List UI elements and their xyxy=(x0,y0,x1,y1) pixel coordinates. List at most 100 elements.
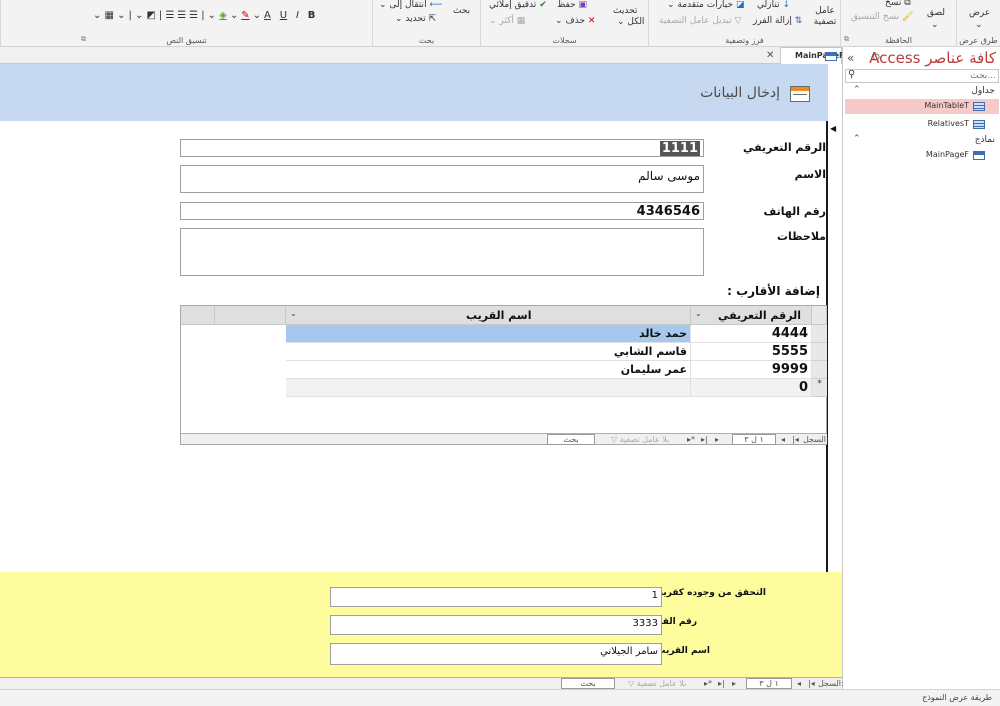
refresh-all-label[interactable]: ⌄ الكل xyxy=(617,17,644,27)
main-filter-status[interactable]: ▽ بلا عامل تصفية xyxy=(628,678,686,689)
relative-id-cell[interactable]: 0 xyxy=(691,379,812,397)
align-left-icon[interactable]: | ☰ xyxy=(159,10,175,21)
more-label: أكثر xyxy=(499,16,514,26)
bold-button[interactable]: B xyxy=(308,10,316,21)
name-label: الاسم xyxy=(794,168,826,181)
font-color-icon[interactable]: A xyxy=(264,10,271,21)
new-record-icon[interactable]: ▸* xyxy=(687,434,695,445)
underline-button[interactable]: U xyxy=(280,10,287,21)
prev-record-icon[interactable]: ◂ xyxy=(797,678,801,689)
table-row[interactable]: حمد خالد 4444 xyxy=(181,325,827,343)
close-icon[interactable]: ✕ xyxy=(766,50,774,61)
row-selector[interactable] xyxy=(812,325,827,343)
first-record-icon[interactable]: |◂ xyxy=(808,678,815,689)
relative-name-cell[interactable]: قاسم الشابي xyxy=(286,343,691,361)
dialog-launcher-icon[interactable]: ⧉ xyxy=(81,35,86,44)
search-icon[interactable]: ⚲ xyxy=(848,69,855,80)
subform-record-position[interactable]: ١ ل ٣ xyxy=(732,434,776,445)
gridlines-icon[interactable]: ⌄ ▦ ⌄ xyxy=(93,10,126,21)
notes-field[interactable] xyxy=(180,228,704,276)
nav-search-box[interactable]: ⚲ xyxy=(845,69,999,83)
relative-name-cell[interactable]: عمر سليمان xyxy=(286,361,691,379)
tab-mainpagef[interactable]: MainPageF xyxy=(780,47,844,64)
nav-pane-title[interactable]: كافة عناصر Access xyxy=(869,49,996,67)
relative-id-field[interactable]: 3333 xyxy=(330,615,662,635)
goto-button[interactable]: ⌄ انتقال إلى ⟵ xyxy=(379,0,442,10)
nav-item-label: MainPageF xyxy=(925,150,969,159)
chevron-up-icon[interactable]: ⌃ xyxy=(853,134,861,144)
select-button[interactable]: ⌄ تحديد ⇱ xyxy=(395,14,436,24)
remove-sort-button[interactable]: إزالة الفرز ⇅ xyxy=(753,16,802,26)
nav-item-mainpagef[interactable]: MainPageF xyxy=(845,148,999,163)
first-record-icon[interactable]: |◂ xyxy=(792,434,799,445)
new-record-row[interactable]: 0 * xyxy=(286,379,827,397)
fill-color-icon[interactable]: ⌄ ◈ ⌄ xyxy=(208,10,239,21)
format-painter-button[interactable]: نسخ التنسيق 🖌 xyxy=(851,12,913,22)
relative-id-cell[interactable]: 5555 xyxy=(691,343,812,361)
chevron-up-icon[interactable]: ⌃ xyxy=(853,85,861,95)
check-relative-field[interactable]: 1 xyxy=(330,587,662,607)
filter-button[interactable]: عامل تصفية xyxy=(813,6,837,28)
main-search-box[interactable]: بحث xyxy=(561,678,615,689)
highlight-icon[interactable]: ✎ ⌄ xyxy=(241,10,261,21)
name-field[interactable]: موسى سالم xyxy=(180,165,704,193)
column-dropdown-icon[interactable]: ⌄ xyxy=(290,309,297,318)
view-dropdown-icon[interactable]: ⌄ xyxy=(975,20,983,30)
copy-button[interactable]: نسخ ⧉ xyxy=(885,0,911,8)
paste-dropdown-icon[interactable]: ⌄ xyxy=(931,20,939,30)
phone-label: رقم الهاتف xyxy=(763,205,826,218)
relative-name-cell[interactable]: حمد خالد xyxy=(286,325,691,343)
last-record-icon[interactable]: ▸| xyxy=(701,434,708,445)
table-row[interactable]: عمر سليمان 9999 xyxy=(181,361,827,379)
toggle-filter-button[interactable]: تبديل عامل التصفية ▽ xyxy=(659,16,741,26)
prev-record-icon[interactable]: ◂ xyxy=(781,434,785,445)
subform-filter-status[interactable]: ▽ بلا عامل تصفية xyxy=(611,434,669,445)
next-record-icon[interactable]: ▸ xyxy=(732,678,736,689)
column-header-relative-name[interactable]: ⌄ اسم القريب xyxy=(286,306,691,325)
paste-button[interactable]: لصق xyxy=(927,8,945,18)
advanced-button[interactable]: ⌄ خيارات متقدمة ◪ xyxy=(667,0,744,10)
table-row[interactable]: قاسم الشابي 5555 xyxy=(181,343,827,361)
column-dropdown-icon[interactable]: ⌄ xyxy=(695,309,702,318)
new-record-icon[interactable]: ▸* xyxy=(704,678,712,689)
nav-category-tables[interactable]: جداول ⌃ xyxy=(845,85,999,99)
subform-record-label: السجل: xyxy=(803,435,829,444)
current-record-indicator-icon: ◀ xyxy=(830,124,837,133)
last-record-icon[interactable]: ▸| xyxy=(718,678,725,689)
italic-button[interactable]: I xyxy=(296,10,299,21)
id-field[interactable]: 1111 xyxy=(180,139,704,157)
column-header-id[interactable]: ⌄ الرقم التعريفي xyxy=(691,306,812,325)
view-button[interactable]: عرض xyxy=(969,8,990,18)
main-record-position[interactable]: ١ ل ٣ xyxy=(746,678,792,689)
more-button[interactable]: ⌄ أكثر ▦ xyxy=(489,16,525,26)
spelling-button[interactable]: تدقيق إملائي ✔ xyxy=(489,0,547,10)
nav-item-relativest[interactable]: RelativesT xyxy=(845,117,999,132)
subform-search-box[interactable]: بحث xyxy=(547,434,595,445)
nav-item-maintablet[interactable]: MainTableT xyxy=(845,99,999,114)
find-button[interactable]: بحث xyxy=(453,6,470,16)
align-right-icon[interactable]: ☰ | xyxy=(189,10,205,21)
nav-search-input[interactable] xyxy=(866,70,996,82)
nav-category-forms[interactable]: نماذج ⌃ xyxy=(845,134,999,148)
save-button[interactable]: حفظ ▣ xyxy=(557,0,587,10)
ribbon-group-text-formatting: ⌄ ▦ ⌄ | ⌄ ◩ | ☰ ☰ ☰ | ⌄ ◈ ⌄ ✎ ⌄ A U I B … xyxy=(0,0,372,47)
form-icon xyxy=(973,151,985,160)
row-selector[interactable] xyxy=(812,343,827,361)
delete-button[interactable]: ⌄ حذف ✕ xyxy=(555,16,595,26)
phone-field[interactable]: 4346546 xyxy=(180,202,704,220)
descending-button[interactable]: تنازلي ↓ xyxy=(757,0,790,10)
relative-id-cell[interactable]: 4444 xyxy=(691,325,812,343)
toggle-filter-icon: ▽ xyxy=(734,16,742,26)
relative-id-cell[interactable]: 9999 xyxy=(691,361,812,379)
select-all-corner[interactable] xyxy=(812,306,827,325)
align-center-icon[interactable]: ☰ xyxy=(177,10,186,21)
relative-name-field[interactable]: سامر الجيلاني xyxy=(330,643,662,665)
alternate-color-icon[interactable]: | ⌄ ◩ xyxy=(128,10,156,21)
cell-text: 9999 xyxy=(771,362,808,377)
relative-name-cell[interactable] xyxy=(286,379,691,397)
new-record-marker[interactable]: * xyxy=(812,379,827,397)
collapse-chevron-icon[interactable]: « xyxy=(847,51,854,65)
next-record-icon[interactable]: ▸ xyxy=(715,434,719,445)
row-selector[interactable] xyxy=(812,361,827,379)
refresh-button[interactable]: تحديث xyxy=(613,6,637,16)
